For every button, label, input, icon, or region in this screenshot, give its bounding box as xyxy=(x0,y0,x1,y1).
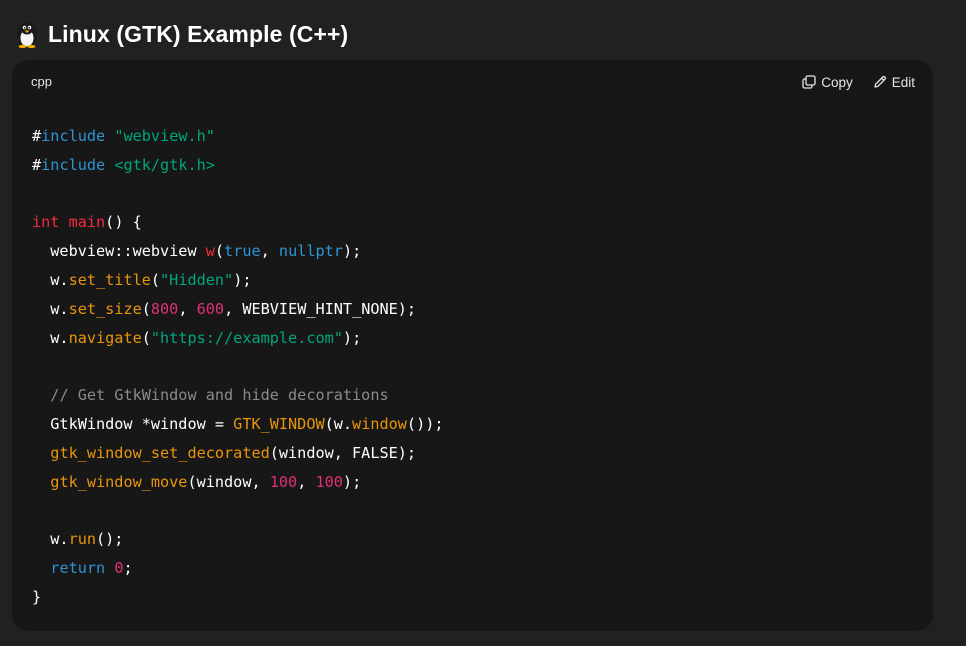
code-token: "https://example.com" xyxy=(150,328,343,347)
code-token: include xyxy=(41,127,106,145)
code-token: set_title xyxy=(68,270,151,289)
code-block-header: cpp Copy Edit xyxy=(12,60,933,104)
code-token: 600 xyxy=(196,299,225,318)
code-token: ); xyxy=(233,270,252,289)
code-token: ); xyxy=(342,242,362,261)
code-line: int main() { xyxy=(32,208,444,237)
code-token: , xyxy=(178,299,197,318)
code-token: ( xyxy=(141,299,151,318)
code-token: true xyxy=(224,242,261,261)
code-token: <gtk/gtk.h> xyxy=(114,155,215,174)
code-token: # xyxy=(32,127,42,145)
code-line: w.navigate("https://example.com"); xyxy=(32,324,444,353)
code-token: (w. xyxy=(324,414,353,433)
code-token: nullptr xyxy=(278,242,343,261)
code-token: w. xyxy=(32,270,69,289)
code-token: , xyxy=(260,242,279,261)
code-token: (window, FALSE); xyxy=(269,443,417,462)
code-token: ()); xyxy=(406,414,444,433)
code-line: webview::webview w(true, nullptr); xyxy=(32,237,444,266)
code-token: # xyxy=(32,155,42,174)
code-line: return 0; xyxy=(32,554,444,583)
code-token: "webview.h" xyxy=(114,127,215,145)
code-token: (window, xyxy=(187,472,270,491)
code-token: ; xyxy=(123,558,133,577)
copy-button[interactable]: Copy xyxy=(802,72,853,92)
edit-button[interactable]: Edit xyxy=(873,72,915,92)
code-token: (); xyxy=(96,530,124,549)
code-line: gtk_window_move(window, 100, 100); xyxy=(32,468,444,497)
code-token: include xyxy=(41,155,106,174)
copy-button-label: Copy xyxy=(821,74,853,90)
code-token: ); xyxy=(342,328,362,347)
code-token: w. xyxy=(32,328,69,347)
code-token: () { xyxy=(105,213,142,232)
code-token: 100 xyxy=(315,472,343,491)
code-token: int xyxy=(32,213,60,232)
code-token: ( xyxy=(214,242,225,261)
code-line: #include <gtk/gtk.h> xyxy=(32,151,444,180)
code-line: #include "webview.h" xyxy=(32,122,444,151)
code-token: // Get GtkWindow and hide decorations xyxy=(50,386,389,405)
code-token: navigate xyxy=(68,328,142,347)
section-heading: Linux (GTK) Example (C++) xyxy=(14,18,348,50)
code-token: 100 xyxy=(269,472,298,491)
code-token: run xyxy=(68,530,97,549)
code-token: main xyxy=(68,213,106,232)
edit-button-label: Edit xyxy=(891,74,915,90)
code-token: set_size xyxy=(68,299,142,318)
code-block: cpp Copy Edit #include "webview.h" #inclu… xyxy=(12,60,933,631)
heading-title: Linux (GTK) Example (C++) xyxy=(48,20,349,47)
code-content: #include "webview.h" #include <gtk/gtk.h>… xyxy=(32,122,444,612)
code-line: w.set_size(800, 600, WEBVIEW_HINT_NONE); xyxy=(32,295,444,324)
code-token: return xyxy=(50,558,106,577)
pencil-icon xyxy=(874,75,886,88)
code-line: } xyxy=(32,583,444,612)
code-token: ( xyxy=(141,328,151,347)
code-token: GTK_WINDOW xyxy=(233,414,325,433)
code-line: gtk_window_set_decorated(window, FALSE); xyxy=(32,439,444,468)
copy-icon xyxy=(802,75,816,89)
code-line: w.run(); xyxy=(32,525,444,554)
code-token: 800 xyxy=(150,299,179,318)
code-token: webview::webview xyxy=(32,242,206,261)
code-token: } xyxy=(32,587,42,606)
code-token: gtk_window_set_decorated xyxy=(50,443,270,462)
code-token: , xyxy=(297,472,316,491)
code-line: w.set_title("Hidden"); xyxy=(32,266,444,295)
code-token: "Hidden" xyxy=(160,270,234,289)
code-line: GtkWindow *window = GTK_WINDOW(w.window(… xyxy=(32,410,444,439)
code-token: window xyxy=(352,414,407,433)
code-token: ); xyxy=(342,472,362,491)
code-token: GtkWindow *window = xyxy=(32,414,234,433)
code-token: ( xyxy=(150,270,161,289)
code-block-actions: Copy Edit xyxy=(802,72,915,92)
code-language-label: cpp xyxy=(31,74,52,89)
code-line: // Get GtkWindow and hide decorations xyxy=(32,381,444,410)
code-token: gtk_window_move xyxy=(50,472,188,491)
code-token: w. xyxy=(32,299,69,318)
code-token: w. xyxy=(32,530,69,549)
penguin-icon xyxy=(17,21,37,48)
code-token: , WEBVIEW_HINT_NONE); xyxy=(224,299,417,318)
code-token: w xyxy=(205,242,215,261)
